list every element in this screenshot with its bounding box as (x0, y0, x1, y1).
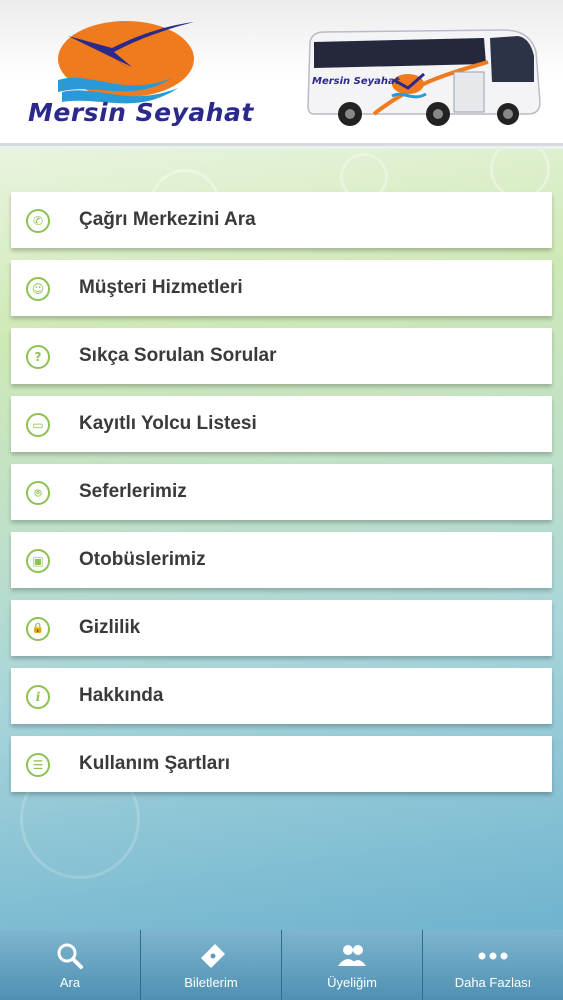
menu-item-customer-service[interactable]: ☺ Müşteri Hizmetleri (11, 260, 552, 316)
tab-label: Daha Fazlası (454, 975, 532, 990)
menu-item-label: Kayıtlı Yolcu Listesi (79, 413, 257, 434)
tab-label: Ara (59, 975, 81, 990)
menu-item-label: Sıkça Sorulan Sorular (79, 345, 277, 366)
menu-item-call-center[interactable]: ✆ Çağrı Merkezini Ara (11, 192, 552, 248)
search-icon (57, 943, 83, 969)
location-pin-icon: ⌾ (26, 481, 50, 505)
menu-item-label: Hakkında (79, 685, 164, 706)
menu-item-faq[interactable]: ? Sıkça Sorulan Sorular (11, 328, 552, 384)
bus-livery-text: Mersin Seyahat (312, 76, 400, 87)
menu-item-routes[interactable]: ⌾ Seferlerimiz (11, 464, 552, 520)
tab-search[interactable]: Ara (0, 930, 141, 1000)
menu-item-label: Kullanım Şartları (79, 753, 230, 774)
ticket-icon (201, 944, 225, 968)
menu-item-label: Otobüslerimiz (79, 549, 206, 570)
lock-icon: 🔒 (26, 617, 50, 641)
menu-item-privacy[interactable]: 🔒 Gizlilik (11, 600, 552, 656)
customer-service-icon: ☺ (26, 277, 50, 301)
menu-item-terms[interactable]: ☰ Kullanım Şartları (11, 736, 552, 792)
terms-list-icon: ☰ (26, 753, 50, 777)
menu-item-label: Müşteri Hizmetleri (79, 277, 243, 298)
menu-item-label: Gizlilik (79, 617, 141, 638)
info-icon: i (26, 685, 50, 709)
main-menu: ✆ Çağrı Merkezini Ara ☺ Müşteri Hizmetle… (11, 192, 552, 804)
question-icon: ? (26, 345, 50, 369)
bus-icon: ▣ (26, 549, 50, 573)
menu-item-passenger-list[interactable]: ▭ Kayıtlı Yolcu Listesi (11, 396, 552, 452)
tab-tickets[interactable]: Biletlerim (141, 930, 282, 1000)
app-header: Mersin Seyahat Mersin Seyahat (0, 0, 563, 146)
tab-label: Biletlerim (184, 975, 238, 990)
logo-text: Mersin Seyahat (28, 98, 254, 127)
menu-item-buses[interactable]: ▣ Otobüslerimiz (11, 532, 552, 588)
bottom-tab-bar: Ara Biletlerim Üyeliğim Daha Fazlası (0, 930, 563, 1000)
users-icon (338, 945, 366, 966)
list-card-icon: ▭ (26, 413, 50, 437)
menu-item-about[interactable]: i Hakkında (11, 668, 552, 724)
tab-membership[interactable]: Üyeliğim (282, 930, 423, 1000)
tab-label: Üyeliğim (327, 975, 377, 990)
menu-item-label: Çağrı Merkezini Ara (79, 209, 256, 230)
more-dots-icon (478, 952, 508, 960)
tab-more[interactable]: Daha Fazlası (423, 930, 563, 1000)
menu-item-label: Seferlerimiz (79, 481, 187, 502)
phone-icon: ✆ (26, 209, 50, 233)
